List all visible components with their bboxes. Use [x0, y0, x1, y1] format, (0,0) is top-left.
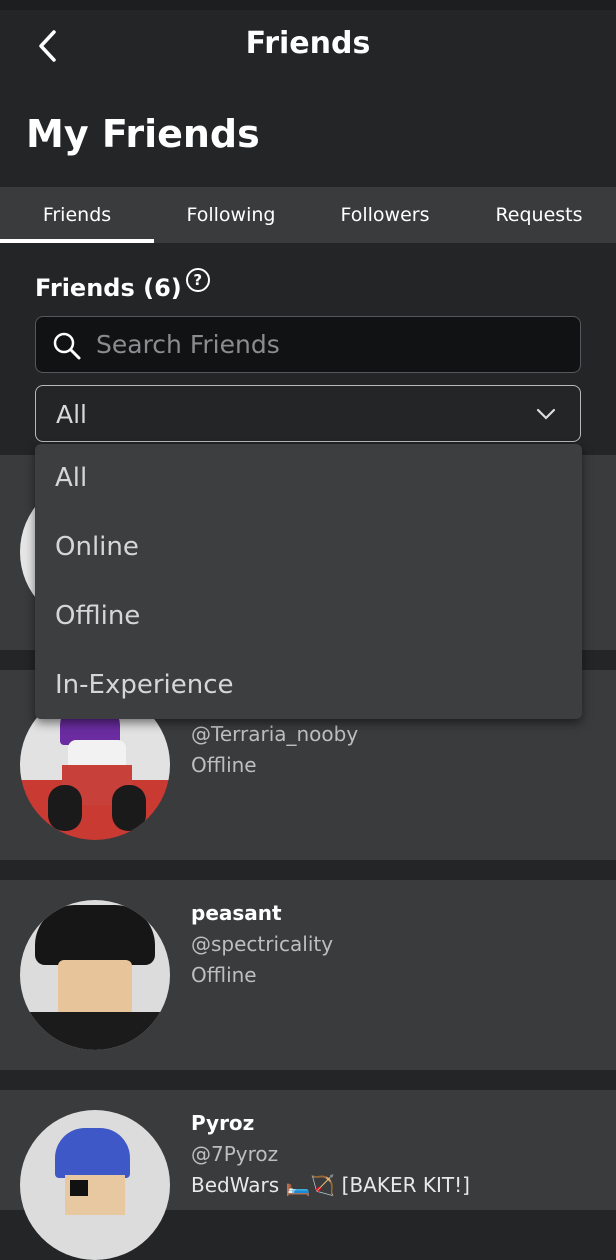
friend-display-name: peasant	[191, 901, 282, 925]
avatar	[20, 1110, 170, 1260]
friend-status: Offline	[191, 753, 257, 777]
friends-count-heading: Friends (6)?	[35, 268, 210, 302]
friends-count-label: Friends (6)	[35, 274, 182, 302]
tab-bar: Friends Following Followers Requests	[0, 187, 616, 243]
status-bar-divider	[0, 0, 616, 10]
search-field	[35, 316, 581, 373]
filter-dropdown-menu: All Online Offline In-Experience	[35, 444, 582, 719]
friend-card[interactable]: peasant @spectricality Offline	[0, 880, 616, 1070]
filter-option-online[interactable]: Online	[35, 513, 582, 582]
tab-requests[interactable]: Requests	[462, 187, 616, 243]
friend-username: @7Pyroz	[191, 1142, 279, 1166]
tab-friends[interactable]: Friends	[0, 187, 154, 243]
page-title: My Friends	[26, 112, 260, 156]
avatar	[20, 900, 170, 1050]
friend-status: BedWars 🛏️🏹 [BAKER KIT!]	[191, 1173, 470, 1197]
chevron-down-icon	[536, 408, 556, 420]
tab-following[interactable]: Following	[154, 187, 308, 243]
friend-username: @Terraria_nooby	[191, 722, 359, 746]
filter-dropdown[interactable]: All	[35, 385, 581, 442]
friend-display-name: Pyroz	[191, 1111, 255, 1135]
filter-option-in-experience[interactable]: In-Experience	[35, 651, 582, 720]
search-icon	[53, 332, 81, 360]
filter-option-all[interactable]: All	[35, 444, 582, 513]
search-input[interactable]	[96, 317, 566, 372]
filter-selected-value: All	[56, 400, 87, 429]
friend-username: @spectricality	[191, 932, 334, 956]
tab-followers[interactable]: Followers	[308, 187, 462, 243]
friend-card[interactable]: Pyroz @7Pyroz BedWars 🛏️🏹 [BAKER KIT!]	[0, 1090, 616, 1260]
help-icon[interactable]: ?	[185, 268, 210, 292]
header-title: Friends	[245, 26, 371, 61]
friend-status: Offline	[191, 963, 257, 987]
filter-option-offline[interactable]: Offline	[35, 582, 582, 651]
